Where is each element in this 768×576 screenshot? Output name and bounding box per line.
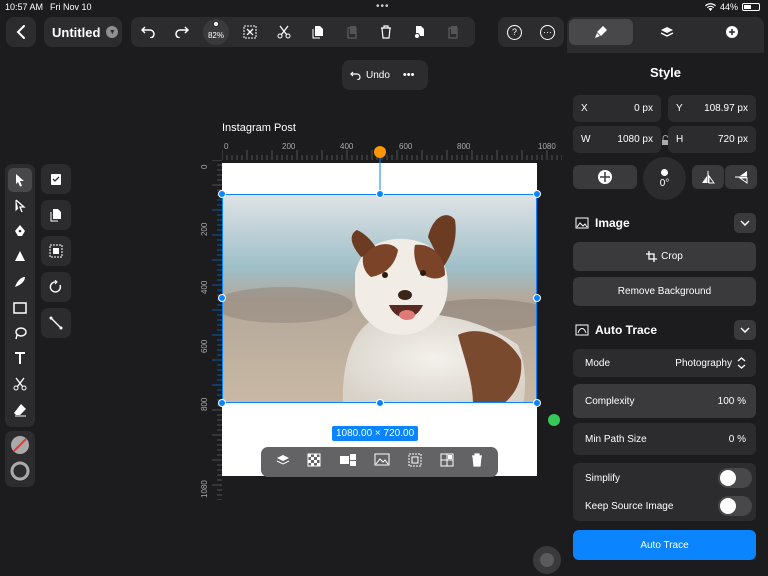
simplify-row: Simplify [585,468,752,488]
complexity-slider[interactable]: Complexity 100 % [573,384,756,418]
selection-size-label: 1080.00 × 720.00 [332,426,419,441]
context-toolbar [261,447,498,477]
trash-icon[interactable] [471,452,483,472]
keep-source-row: Keep Source Image [585,496,752,516]
rotation-value: 0° [659,177,670,189]
rotation-dial[interactable]: 0° [643,157,686,200]
x-value: 0 px [634,103,653,114]
keep-source-label: Keep Source Image [585,500,674,512]
layers-icon[interactable] [276,453,290,472]
resize-handle-top-right[interactable] [533,190,541,198]
arrange-icon[interactable] [339,453,357,472]
chevron-down-icon [740,327,750,333]
tab-add[interactable] [700,17,764,47]
trace-icon[interactable] [440,453,454,472]
min-path-size-value: 0 % [728,433,746,445]
x-label: X [581,103,588,114]
layers-icon [661,27,674,37]
h-value: 720 px [717,134,748,145]
x-field[interactable]: X 0 px [573,95,661,122]
y-value: 108.97 px [704,103,748,114]
h-label: H [676,134,684,145]
plus-circle-icon [725,26,738,38]
flip-vertical-button[interactable] [692,165,724,189]
trace-options-group: Simplify Keep Source Image [573,463,756,521]
rotation-knob [661,168,668,176]
auto-trace-section-header: Auto Trace [575,323,657,337]
crop-icon [646,251,658,262]
align-center-button[interactable] [573,165,637,189]
transparency-grid-icon[interactable] [307,453,321,472]
assistive-touch-button[interactable] [533,546,561,574]
tab-style[interactable] [569,19,634,45]
tab-layers[interactable] [635,17,699,47]
resize-handle-top[interactable] [376,190,384,198]
rotation-handle[interactable] [374,146,386,158]
keep-source-toggle[interactable] [718,496,752,516]
simplify-toggle[interactable] [718,468,752,488]
pivot-handle[interactable] [548,414,560,426]
up-down-chevron-icon [737,357,746,369]
crop-label: Crop [661,251,683,262]
trace-icon [575,324,589,336]
remove-background-label: Remove Background [617,286,712,297]
resize-handle-bottom-left[interactable] [218,399,226,407]
auto-trace-button[interactable]: Auto Trace [573,530,756,560]
fit-frame-icon[interactable] [408,453,422,472]
resize-handle-top-left[interactable] [218,190,226,198]
align-center-icon [598,170,612,184]
resize-handle-right[interactable] [533,294,541,302]
flip-horizontal-icon [735,171,748,184]
w-label: W [581,134,591,145]
resize-handle-left[interactable] [218,294,226,302]
image-section-toggle[interactable] [734,213,756,233]
complexity-label: Complexity [585,395,635,407]
y-field[interactable]: Y 108.97 px [668,95,756,122]
mode-select[interactable]: Mode Photography [573,349,756,377]
brush-icon [595,26,608,38]
inspector-panel: Style X 0 px Y 108.97 px W 1080 px H 720… [567,17,764,576]
min-path-size-label: Min Path Size [585,433,647,445]
panel-title: Style [649,65,682,80]
style-panel: Style X 0 px Y 108.97 px W 1080 px H 720… [567,53,764,576]
mode-value: Photography [675,357,732,369]
image-section-title: Image [595,216,630,230]
w-value: 1080 px [617,134,653,145]
y-label: Y [676,103,683,114]
width-field[interactable]: W 1080 px [573,126,661,153]
image-icon [575,217,589,229]
height-field[interactable]: H 720 px [668,126,756,153]
remove-background-button[interactable]: Remove Background [573,277,756,306]
simplify-label: Simplify [585,472,621,484]
mode-label: Mode [585,357,611,369]
image-section-header: Image [575,216,630,230]
complexity-value: 100 % [717,395,746,407]
auto-trace-section-title: Auto Trace [595,323,658,337]
resize-handle-bottom-right[interactable] [533,399,541,407]
flip-horizontal-button[interactable] [725,165,757,189]
inspector-tabs [567,17,764,47]
image-icon[interactable] [374,453,390,472]
auto-trace-section-toggle[interactable] [734,320,756,340]
flip-vertical-icon [702,171,715,184]
crop-button[interactable]: Crop [573,242,756,271]
chevron-down-icon [740,220,750,226]
resize-handle-bottom[interactable] [376,399,384,407]
min-path-size-slider[interactable]: Min Path Size 0 % [573,423,756,455]
